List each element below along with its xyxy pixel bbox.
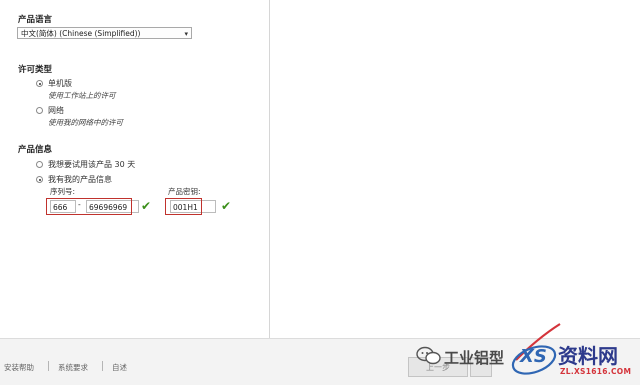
wechat-icon — [416, 346, 441, 365]
license-network-desc: 使用我的网络中的许可 — [48, 118, 123, 127]
license-standalone-desc: 使用工作站上的许可 — [48, 91, 116, 100]
left-panel: 产品语言 中文(简体) (Chinese (Simplified)) ▾ 许可类… — [0, 0, 268, 338]
have-info-option[interactable]: 我有我的产品信息 — [36, 174, 112, 185]
wechat-watermark: 工业铝型 — [416, 344, 512, 368]
serial-valid-check-icon: ✔ — [141, 199, 152, 213]
product-info-section-title: 产品信息 — [18, 145, 53, 155]
footer-link-system-requirements[interactable]: 系统要求 — [58, 362, 88, 373]
license-network-option[interactable]: 网络 — [36, 105, 64, 116]
footer-separator — [102, 361, 103, 371]
site-logo: XS 资料网 ZL.XS1616.COM — [508, 318, 640, 382]
right-panel — [269, 0, 640, 338]
product-key-label: 产品密钥: — [168, 187, 201, 196]
trial-option[interactable]: 我想要试用该产品 30 天 — [36, 159, 135, 170]
have-info-label: 我有我的产品信息 — [48, 175, 112, 184]
license-section-title: 许可类型 — [18, 65, 53, 75]
key-highlight-box — [165, 198, 202, 215]
logo-letters: XS — [520, 346, 547, 367]
wechat-account-name: 工业铝型 — [444, 349, 505, 367]
serial-number-label: 序列号: — [50, 187, 76, 196]
license-standalone-radio[interactable] — [36, 80, 43, 87]
license-network-label: 网络 — [48, 106, 64, 115]
language-section-title: 产品语言 — [18, 15, 53, 25]
license-network-radio[interactable] — [36, 107, 43, 114]
trial-radio[interactable] — [36, 161, 43, 168]
site-url: ZL.XS1616.COM — [560, 367, 632, 376]
trial-label: 我想要试用该产品 30 天 — [48, 160, 136, 169]
footer-link-install-help[interactable]: 安装帮助 — [4, 362, 34, 373]
license-standalone-option[interactable]: 单机版 — [36, 78, 72, 89]
serial-highlight-box — [46, 198, 132, 215]
language-select-value: 中文(简体) (Chinese (Simplified)) — [21, 29, 141, 38]
site-name: 资料网 — [558, 344, 618, 368]
key-valid-check-icon: ✔ — [221, 199, 232, 213]
language-select[interactable]: 中文(简体) (Chinese (Simplified)) ▾ — [17, 27, 192, 39]
footer-link-readme[interactable]: 自述 — [112, 362, 127, 373]
chevron-down-icon[interactable]: ▾ — [184, 28, 188, 40]
license-standalone-label: 单机版 — [48, 79, 72, 88]
have-info-radio[interactable] — [36, 176, 43, 183]
footer-separator — [48, 361, 49, 371]
